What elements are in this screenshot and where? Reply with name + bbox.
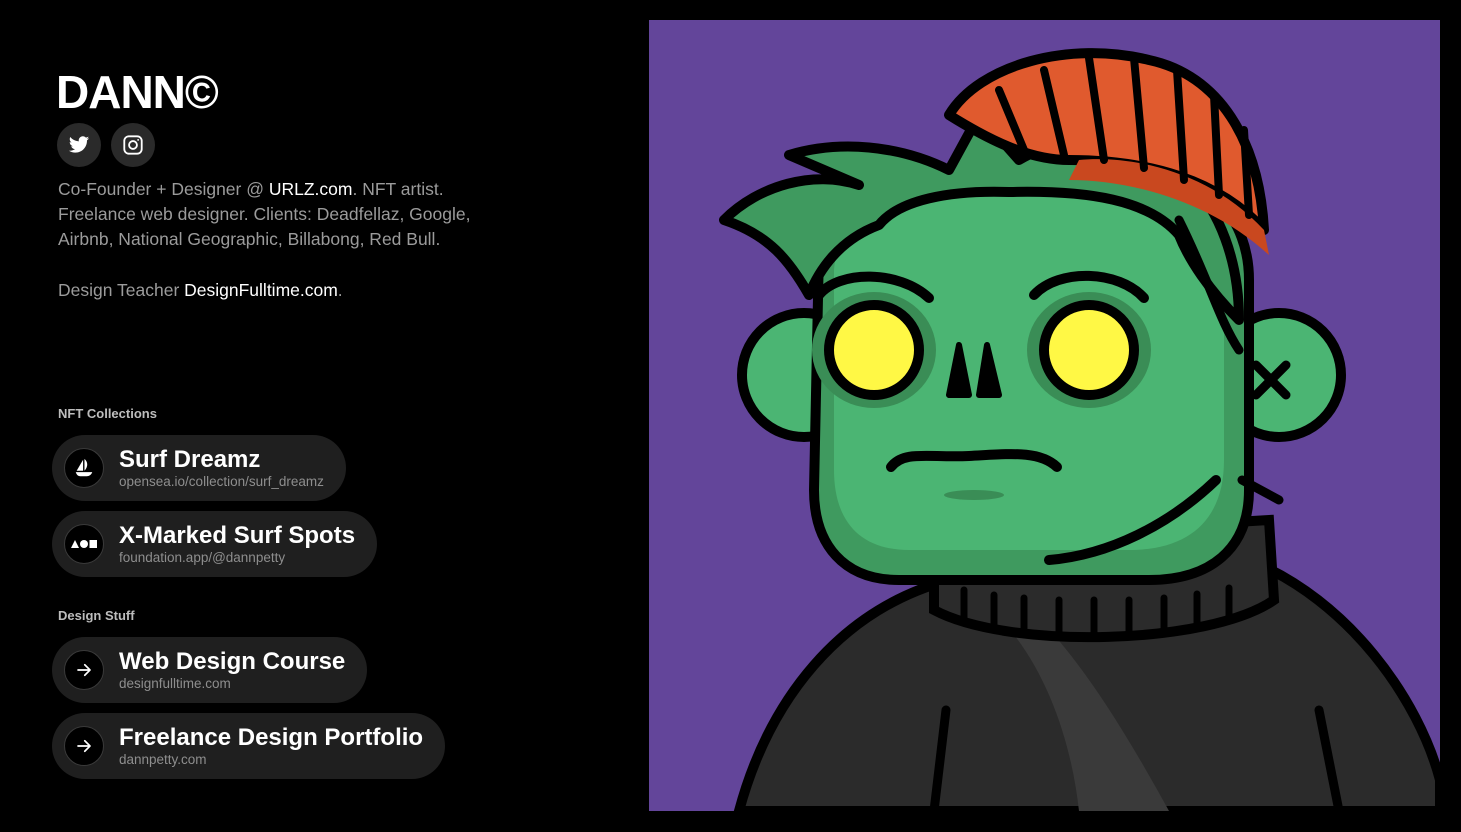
design-stuff-label: Design Stuff [58,608,135,623]
twitter-button[interactable] [57,123,101,167]
brand-title: DANN© [56,66,219,118]
instagram-button[interactable] [111,123,155,167]
foundation-shapes-icon [71,540,97,548]
link-title: Web Design Course [119,647,346,675]
urlz-link[interactable]: URLZ.com [269,179,353,199]
link-web-design-course[interactable]: Web Design Course designfulltime.com [52,637,368,703]
social-links [57,123,155,167]
bio-line-2: Freelance web designer. Clients: Deadfel… [58,204,471,224]
bio-line-1: Co-Founder + Designer @ URLZ.com. NFT ar… [58,179,444,199]
link-x-marked-surf-spots[interactable]: X-Marked Surf Spots foundation.app/@dann… [52,511,378,577]
link-title: Freelance Design Portfolio [119,723,424,751]
link-title: Surf Dreamz [119,445,261,473]
twitter-icon [68,136,90,153]
link-url: opensea.io/collection/surf_dreamz [119,473,324,489]
opensea-boat-icon [75,458,93,477]
link-title: X-Marked Surf Spots [119,521,356,549]
link-url: foundation.app/@dannpetty [119,549,286,565]
nft-collections-label: NFT Collections [58,406,157,421]
arrow-right-icon [77,739,91,753]
designfulltime-link[interactable]: DesignFulltime.com [184,280,338,300]
bio-line-3: Airbnb, National Geographic, Billabong, … [58,229,441,249]
link-surf-dreamz[interactable]: Surf Dreamz opensea.io/collection/surf_d… [52,435,346,501]
bio: Co-Founder + Designer @ URLZ.com. NFT ar… [58,177,518,303]
zombie-avatar-illustration [649,20,1440,811]
link-freelance-design-portfolio[interactable]: Freelance Design Portfolio dannpetty.com [52,713,446,779]
arrow-right-icon [77,663,91,677]
link-url: designfulltime.com [119,675,231,691]
nft-artwork [649,20,1440,811]
link-url: dannpetty.com [119,751,207,767]
instagram-icon [123,135,143,155]
teacher-line: Design Teacher DesignFulltime.com. [58,280,343,300]
